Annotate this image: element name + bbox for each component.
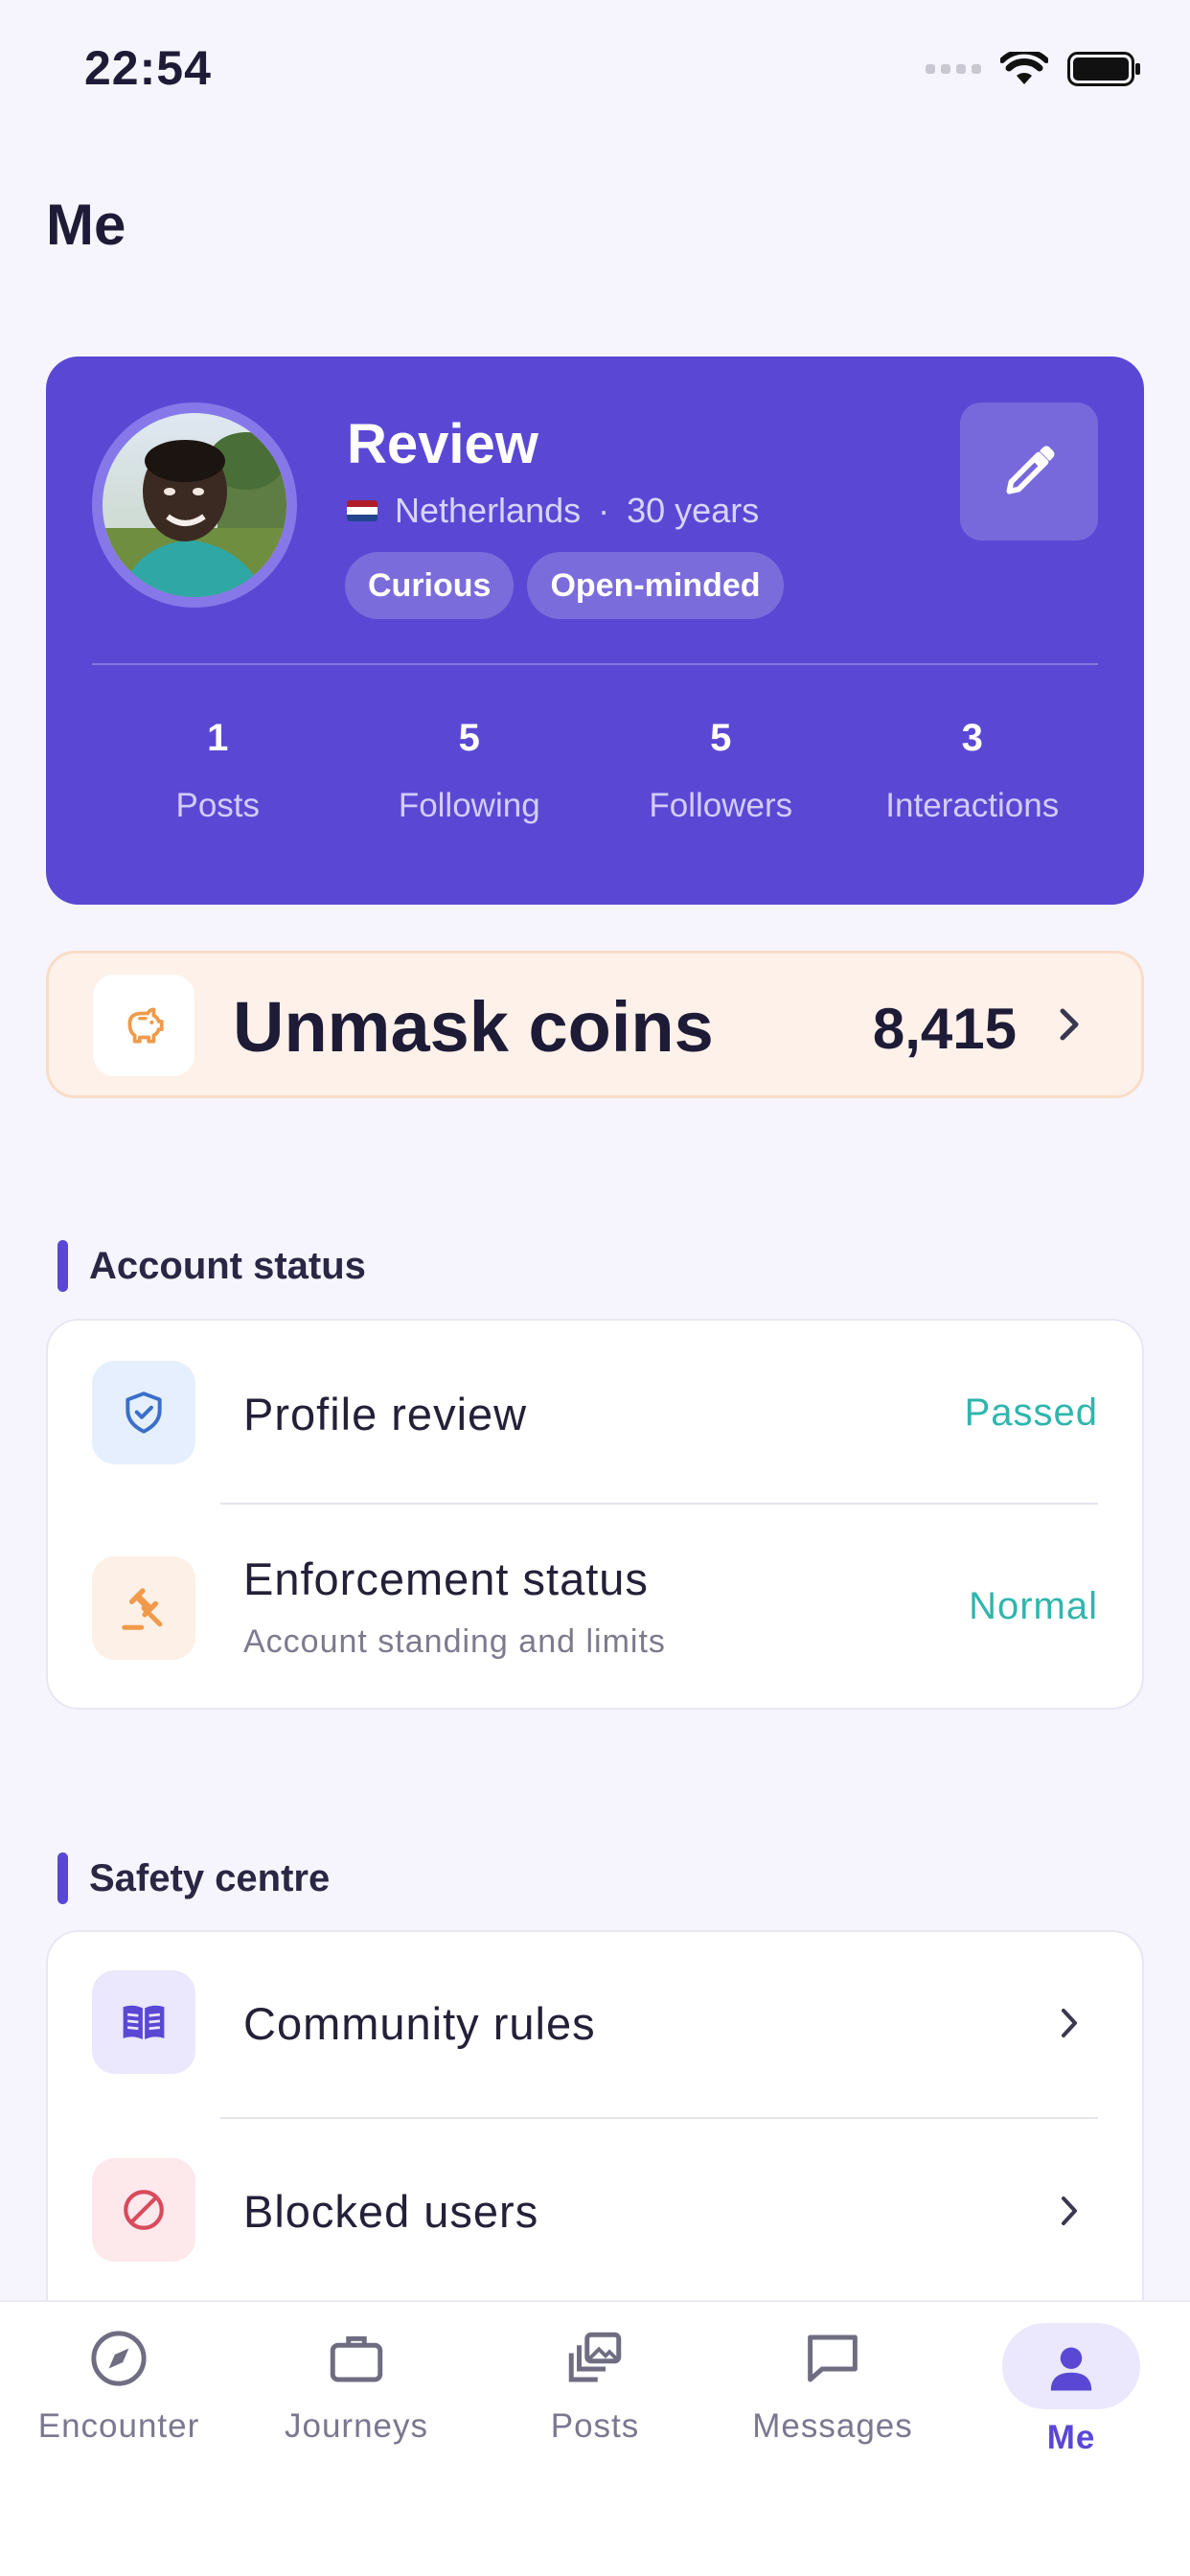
edit-profile-button[interactable] xyxy=(960,402,1098,540)
status-badge: Normal xyxy=(969,1585,1098,1627)
chat-bubble-icon xyxy=(714,2327,951,2390)
row-title: Blocked users xyxy=(243,2186,539,2237)
profile-country: Netherlands xyxy=(395,491,582,530)
avatar[interactable] xyxy=(103,413,286,597)
photo-stack-icon xyxy=(476,2327,714,2390)
stat-followers[interactable]: 5 Followers xyxy=(595,717,847,825)
stat-interactions[interactable]: 3 Interactions xyxy=(847,717,1099,825)
profile-meta: Netherlands · 30 years xyxy=(347,491,759,531)
netherlands-flag-icon xyxy=(347,500,378,521)
coins-balance: 8,415 xyxy=(872,997,1017,1061)
shield-check-icon xyxy=(92,1361,195,1464)
safety-centre-card: Community rules Blocked users xyxy=(46,1930,1144,2361)
tag-chip: Curious xyxy=(345,552,515,619)
stat-value: 1 xyxy=(207,717,229,759)
bottom-tab-bar: Encounter Journeys Posts Messages Me xyxy=(0,2300,1190,2576)
stat-label: Interactions xyxy=(885,787,1060,824)
profile-tags: Curious Open-minded xyxy=(345,552,784,619)
tab-label: Messages xyxy=(752,2407,913,2445)
chevron-right-icon xyxy=(1060,1008,1079,1041)
chevron-right-icon xyxy=(1062,2196,1077,2225)
profile-review-row[interactable]: Profile review Passed xyxy=(48,1321,1142,1506)
account-status-card: Profile review Passed Enforcement status… xyxy=(46,1319,1144,1710)
piggy-bank-icon xyxy=(93,975,195,1076)
section-accent-bar xyxy=(57,1852,68,1904)
row-title: Profile review xyxy=(243,1389,528,1439)
profile-name: Review xyxy=(347,413,538,475)
gavel-icon xyxy=(92,1556,195,1660)
compass-icon xyxy=(0,2327,238,2390)
stat-posts[interactable]: 1 Posts xyxy=(92,717,344,825)
profile-age: 30 years xyxy=(627,491,760,530)
community-rules-row[interactable]: Community rules xyxy=(48,1932,1142,2118)
stat-label: Following xyxy=(398,787,540,824)
card-divider xyxy=(92,663,1098,665)
stat-value: 5 xyxy=(710,717,732,759)
stat-value: 3 xyxy=(961,717,983,759)
stat-label: Posts xyxy=(175,787,261,824)
person-icon xyxy=(952,2340,1190,2398)
tab-label: Me xyxy=(1046,2419,1096,2456)
briefcase-icon xyxy=(238,2327,475,2390)
safety-centre-header: Safety centre xyxy=(57,1852,330,1904)
section-accent-bar xyxy=(57,1240,68,1292)
status-badge: Passed xyxy=(964,1392,1098,1434)
pencil-icon xyxy=(1006,446,1055,494)
me-screen: 22:54 Me Review Netherlands · 30 years C… xyxy=(0,0,1190,2576)
row-divider xyxy=(220,2117,1098,2119)
profile-card: Review Netherlands · 30 years Curious Op… xyxy=(46,356,1144,905)
book-icon xyxy=(92,1970,195,2074)
tag-chip: Open-minded xyxy=(527,552,784,619)
chevron-right-icon xyxy=(1062,2009,1077,2037)
unmask-coins-card[interactable]: Unmask coins 8,415 xyxy=(46,951,1144,1098)
avatar-ring xyxy=(92,402,297,608)
section-title: Safety centre xyxy=(89,1856,331,1899)
status-indicators xyxy=(926,52,1142,86)
row-divider xyxy=(220,1503,1098,1505)
cellular-signal-icon xyxy=(926,64,981,74)
tab-label: Encounter xyxy=(37,2407,200,2445)
tab-label: Journeys xyxy=(284,2407,429,2445)
blocked-icon xyxy=(92,2158,195,2262)
blocked-users-row[interactable]: Blocked users xyxy=(48,2120,1142,2308)
account-status-header: Account status xyxy=(57,1240,366,1292)
enforcement-status-row[interactable]: Enforcement status Account standing and … xyxy=(48,1506,1142,1710)
row-title: Community rules xyxy=(243,1998,596,2049)
meta-separator: · xyxy=(598,491,610,530)
row-title: Enforcement status xyxy=(243,1553,649,1604)
profile-stats: 1 Posts 5 Following 5 Followers 3 Intera… xyxy=(92,717,1098,825)
stat-label: Followers xyxy=(649,787,793,824)
stat-following[interactable]: 5 Following xyxy=(344,717,596,825)
tab-label: Posts xyxy=(550,2407,640,2445)
wifi-icon xyxy=(1000,52,1048,84)
section-title: Account status xyxy=(89,1244,366,1287)
row-subtitle: Account standing and limits xyxy=(243,1623,666,1660)
coins-title: Unmask coins xyxy=(233,987,714,1067)
stat-value: 5 xyxy=(458,717,480,759)
status-time: 22:54 xyxy=(84,41,212,95)
page-title: Me xyxy=(46,193,126,257)
battery-icon xyxy=(1067,52,1140,86)
